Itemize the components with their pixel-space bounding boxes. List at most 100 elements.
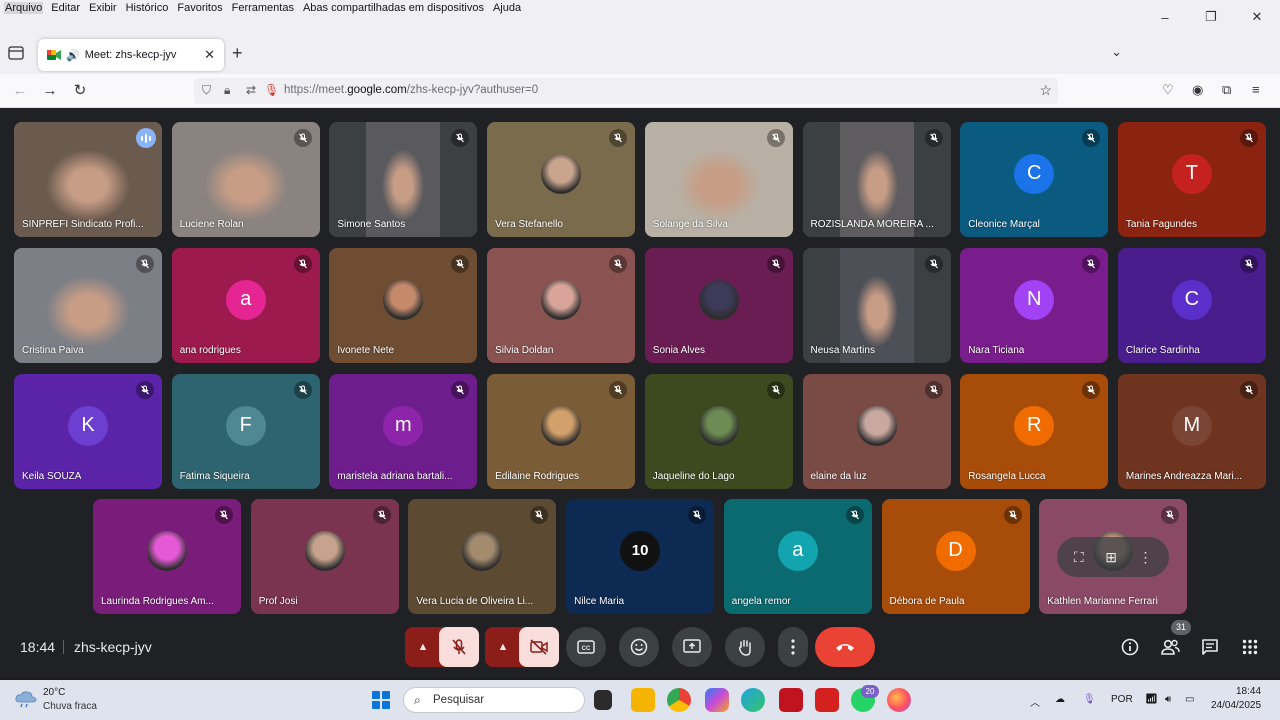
tab-list-icon[interactable] [8, 46, 24, 60]
battery-icon[interactable]: ▭ [1185, 694, 1194, 705]
back-button[interactable]: ← [10, 81, 30, 101]
activities-button[interactable] [1239, 636, 1261, 658]
participant-tile[interactable]: Vera Stefanello [487, 122, 636, 237]
new-tab-button[interactable]: + [232, 43, 243, 64]
onedrive-icon[interactable]: ☁ [1055, 694, 1065, 705]
language-indicator[interactable]: POR [1111, 694, 1133, 705]
participant-tile[interactable]: SINPREFI Sindicato Profi... [14, 122, 162, 237]
people-button[interactable] [1159, 636, 1181, 658]
start-button[interactable] [372, 691, 390, 709]
menu-item[interactable]: Ferramentas [231, 2, 295, 14]
tab-meet[interactable]: 🔊 Meet: zhs-kecp-jyv ✕ [38, 39, 224, 71]
menu-item[interactable]: Abas compartilhadas em dispositivos [302, 2, 485, 14]
recorder-app-icon[interactable] [779, 688, 803, 712]
taskbar-search[interactable]: ⌕ Pesquisar [403, 687, 585, 713]
volume-icon[interactable]: 🔊︎ [1165, 694, 1171, 705]
extensions-icon[interactable]: ⧉ [1222, 82, 1231, 98]
firefox-icon[interactable] [887, 688, 911, 712]
close-window-button[interactable]: ✕ [1234, 0, 1280, 34]
minimize-button[interactable]: – [1142, 0, 1188, 34]
participant-tile[interactable]: Ivonete Nete [329, 248, 478, 363]
participant-tile[interactable]: Cristina Paiva [14, 248, 162, 363]
participant-tile[interactable]: Sonia Alves [644, 248, 793, 363]
participant-tile[interactable]: C Cleonice Marçal [960, 122, 1109, 237]
participant-tile[interactable]: F Fatima Siqueira [171, 374, 320, 489]
participant-tile[interactable]: Edilaine Rodrigues [487, 374, 636, 489]
participant-tile[interactable]: Prof Josi [250, 499, 399, 614]
microphone-icon[interactable]: 🎙︎ [264, 83, 279, 97]
copilot-icon[interactable] [705, 688, 729, 712]
participant-tile[interactable]: Solange da Silva [644, 122, 793, 237]
mic-options-caret[interactable]: ▲ [415, 639, 431, 655]
captions-button[interactable]: CC [566, 627, 606, 667]
menu-item[interactable]: Favoritos [176, 2, 223, 14]
chrome-icon[interactable] [667, 688, 691, 712]
participant-tile[interactable]: R Rosangela Lucca [960, 374, 1109, 489]
menu-item[interactable]: Histórico [125, 2, 170, 14]
rain-cloud-icon[interactable] [14, 690, 38, 708]
participant-tile[interactable]: Laurinda Rodrigues Am... [93, 499, 241, 614]
camera-toggle-button[interactable] [519, 627, 559, 667]
camera-options-caret[interactable]: ▲ [495, 639, 511, 655]
participant-tile[interactable]: C Clarice Sardinha [1117, 248, 1266, 363]
menu-item[interactable]: Arquivo [4, 2, 44, 14]
shield-icon[interactable]: ⛉ [202, 83, 211, 98]
permissions-icon[interactable]: ⇄ [246, 83, 256, 97]
participant-tile[interactable]: ⛶ ⊞ ⋮ Kathlen Marianne Ferrari [1039, 499, 1188, 614]
participant-tile[interactable]: Vera Lucia de Oliveira Li... [408, 499, 557, 614]
edge-icon[interactable] [741, 688, 765, 712]
address-bar[interactable]: ⛉ 🔒︎ ⇄ 🎙︎ https://meet.google.com/zhs-ke… [194, 78, 1058, 104]
menu-item[interactable]: Ajuda [492, 2, 522, 14]
menu-icon[interactable]: ≡ [1252, 82, 1260, 97]
close-tab-icon[interactable]: ✕ [204, 47, 215, 63]
participant-tile[interactable]: N Nara Ticiana [960, 248, 1109, 363]
present-screen-button[interactable] [672, 627, 712, 667]
participant-tile[interactable]: Jaqueline do Lago [644, 374, 793, 489]
participant-tile[interactable]: ROZISLANDA MOREIRA ... [802, 122, 951, 237]
reload-button[interactable]: ↻ [70, 81, 90, 101]
participant-tile[interactable]: M Marines Andreazza Mari... [1117, 374, 1266, 489]
clock-date[interactable]: 24/04/2025 [1211, 700, 1261, 711]
participant-tile[interactable]: Simone Santos [329, 122, 478, 237]
mic-muted-icon [451, 255, 470, 273]
participant-tile[interactable]: Silvia Doldan [487, 248, 636, 363]
chevron-up-icon[interactable]: ︿ [1030, 694, 1040, 709]
meeting-info-button[interactable] [1119, 636, 1141, 658]
chat-button[interactable] [1199, 636, 1221, 658]
mic-toggle-button[interactable] [439, 627, 479, 667]
raise-hand-button[interactable] [725, 627, 765, 667]
task-view-icon[interactable] [594, 690, 612, 710]
bookmark-star-icon[interactable]: ☆ [1039, 82, 1052, 99]
participant-tile[interactable]: D Débora de Paula [881, 499, 1030, 614]
clock-time[interactable]: 18:44 [1236, 686, 1261, 697]
menu-item[interactable]: Editar [50, 2, 81, 14]
frame-icon[interactable]: ⛶ [1074, 549, 1084, 566]
acrobat-icon[interactable] [815, 688, 839, 712]
reactions-button[interactable] [619, 627, 659, 667]
participant-tile[interactable]: Neusa Martins [802, 248, 951, 363]
pocket-icon[interactable]: ♡ [1162, 82, 1174, 98]
account-icon[interactable]: ◉ [1192, 82, 1203, 98]
more-options-button[interactable] [778, 627, 808, 667]
participant-tile[interactable]: a angela remor [723, 499, 872, 614]
lock-icon[interactable]: 🔒︎ [224, 83, 230, 98]
leave-call-button[interactable] [815, 627, 875, 667]
participant-tile[interactable]: a ana rodrigues [171, 248, 320, 363]
more-vert-icon[interactable]: ⋮ [1138, 549, 1152, 566]
chevron-down-icon[interactable]: ⌄ [1111, 44, 1122, 60]
participant-tile[interactable]: elaine da luz [802, 374, 951, 489]
wifi-icon[interactable]: 📶︎ [1145, 694, 1158, 705]
forward-button[interactable]: → [40, 81, 60, 101]
file-explorer-icon[interactable] [631, 688, 655, 712]
participant-tile[interactable]: m maristela adriana bartali... [329, 374, 478, 489]
participant-tile[interactable]: K Keila SOUZA [14, 374, 162, 489]
pin-icon[interactable]: ⊞ [1105, 549, 1117, 566]
participant-tile[interactable]: Luciene Rolan [171, 122, 320, 237]
mic-muted-icon [609, 381, 628, 399]
speaker-icon[interactable]: 🔊 [66, 49, 80, 62]
participant-tile[interactable]: T Tania Fagundes [1117, 122, 1266, 237]
restore-button[interactable]: ❐ [1188, 0, 1234, 34]
microphone-tray-icon[interactable]: 🎙︎ [1083, 694, 1096, 705]
participant-tile[interactable]: 10 Nilce Maria [566, 499, 715, 614]
menu-item[interactable]: Exibir [88, 2, 118, 14]
